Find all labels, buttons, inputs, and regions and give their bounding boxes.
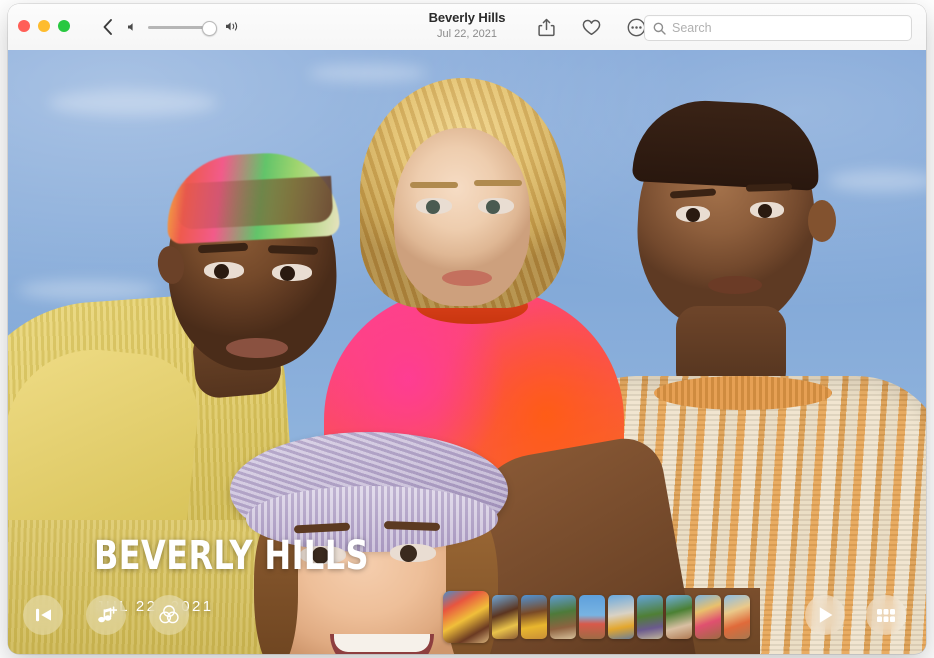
back-button[interactable] [96, 15, 120, 39]
thumbnail-1[interactable] [443, 591, 489, 643]
memory-photo[interactable]: BEVERLY HILLS JUL 22, 2021 [8, 50, 926, 654]
play-icon [816, 605, 835, 625]
person-right-ear [808, 200, 836, 242]
person-middle-brow [410, 182, 458, 188]
search-placeholder: Search [672, 21, 712, 35]
person-front-eye [400, 545, 417, 562]
zoom-button[interactable] [58, 20, 70, 32]
cloud-wisp [308, 64, 428, 82]
grid-view-button[interactable] [866, 595, 906, 635]
ellipsis-circle-icon [627, 18, 646, 37]
person-left-brow [268, 245, 318, 255]
heart-icon [582, 19, 601, 36]
thumbnail-9[interactable] [695, 595, 721, 639]
person-right-collar [654, 376, 832, 410]
skip-backward-icon [34, 607, 53, 623]
person-middle-brow [474, 180, 522, 186]
play-button[interactable] [805, 595, 845, 635]
volume-slider[interactable] [126, 20, 241, 34]
add-music-button[interactable] [86, 595, 126, 635]
share-icon [538, 18, 555, 37]
person-middle-eye [486, 200, 500, 214]
toolbar-actions [535, 16, 647, 38]
person-left-lips [226, 338, 288, 358]
venn-circles-icon [158, 604, 180, 626]
person-right-eye [758, 204, 772, 218]
cloud-wisp [18, 280, 158, 300]
minimize-button[interactable] [38, 20, 50, 32]
thumbnail-5[interactable] [579, 595, 605, 639]
filmstrip[interactable] [443, 590, 750, 644]
person-front-smile [330, 634, 434, 654]
person-front-teeth [334, 634, 430, 652]
memory-title-overlay: BEVERLY HILLS [94, 536, 369, 576]
person-middle-eye [426, 200, 440, 214]
cloud-wisp [828, 170, 926, 192]
photos-window: Beverly Hills Jul 22, 2021 [8, 4, 926, 654]
grid-icon [876, 608, 896, 623]
thumbnail-6[interactable] [608, 595, 634, 639]
filters-button[interactable] [149, 595, 189, 635]
thumbnail-7[interactable] [637, 595, 663, 639]
music-note-plus-icon [96, 606, 117, 625]
person-middle-lips [442, 270, 492, 286]
close-button[interactable] [18, 20, 30, 32]
search-icon [653, 22, 666, 35]
person-right-eye [686, 208, 700, 222]
thumbnail-4[interactable] [550, 595, 576, 639]
thumbnail-8[interactable] [666, 595, 692, 639]
previous-button[interactable] [23, 595, 63, 635]
chevron-left-icon [96, 15, 120, 39]
person-right-lips [708, 276, 762, 294]
search-field[interactable]: Search [644, 15, 912, 41]
favorite-button[interactable] [580, 16, 602, 38]
person-left-eye [214, 264, 229, 279]
thumbnail-3[interactable] [521, 595, 547, 639]
thumbnail-10[interactable] [724, 595, 750, 639]
volume-knob[interactable] [202, 21, 217, 36]
cloud-wisp [48, 90, 218, 116]
speaker-low-icon [126, 21, 138, 33]
share-button[interactable] [535, 16, 557, 38]
toolbar: Beverly Hills Jul 22, 2021 [8, 4, 926, 51]
speaker-high-icon [225, 20, 241, 33]
thumbnail-2[interactable] [492, 595, 518, 639]
traffic-lights [18, 20, 70, 32]
person-left-eye [280, 266, 295, 281]
